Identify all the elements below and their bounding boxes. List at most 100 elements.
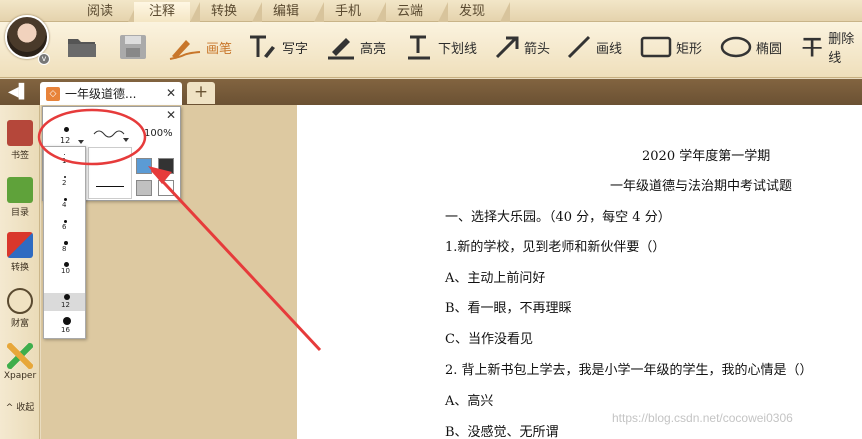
size-option-label: 10 [61,267,70,275]
size-dot-icon [64,294,70,300]
sidebar-item-convert[interactable]: 转换 [0,232,40,273]
tool-brush-label: 画笔 [206,41,233,57]
chevron-down-icon [78,140,84,144]
tab-edit[interactable]: 编辑 [258,2,324,22]
sidebar-item-xpaper[interactable]: Xpaper [0,343,40,381]
new-tab-button[interactable]: + [187,82,215,104]
tool-write[interactable]: 写字 [248,34,308,60]
chevron-down-icon [123,138,129,142]
tool-rectangle[interactable]: 矩形 [640,34,702,60]
tool-brush[interactable]: 画笔 [168,34,232,60]
doc-line: C、当作没看见 [445,332,533,347]
save-icon [120,35,146,59]
tool-highlight-label: 高亮 [360,41,387,57]
tab-read[interactable]: 阅读 [72,2,138,22]
coins-icon [7,288,33,314]
tab-cloud[interactable]: 云端 [382,2,448,22]
size-option-label: 4 [62,201,67,209]
tool-underline-label: 下划线 [438,41,478,57]
tool-strikethrough[interactable]: 删除线 [800,32,862,66]
document-page [297,105,862,439]
size-option-6[interactable]: 6 [44,217,85,235]
size-option-label: 16 [61,326,70,334]
tab-discover[interactable]: 发现 [444,2,510,22]
doc-line: 一年级道德与法治期中考试试题 [610,179,793,194]
tool-ellipse-label: 椭圆 [756,41,783,57]
sidebar-item-label: Xpaper [3,371,37,381]
document-tab-strip: ◀▌ ◇ 一年级道德... ✕ + [0,79,862,105]
size-option-label: 6 [62,223,67,231]
wave-line-icon [93,130,125,138]
color-swatch-black[interactable] [158,158,174,174]
sidebar-item-label: 书签 [10,151,29,161]
doc-line: B、没感觉、无所谓 [445,425,559,439]
open-button[interactable] [66,34,98,60]
avatar-dropdown-icon[interactable]: v [38,53,50,65]
opacity-value[interactable]: 100% [144,128,173,139]
size-option-12[interactable]: 12 [44,293,85,311]
ribbon-tab-bar: 阅读 注释 转换 编辑 手机 云端 发现 [0,0,862,22]
size-option-label: 2 [62,179,67,187]
bookmark-icon [7,120,33,146]
tool-underline[interactable]: 下划线 [404,34,477,60]
doc-line: A、主动上前问好 [445,271,546,286]
pen-size-dropdown[interactable]: 12 [56,126,86,148]
close-icon[interactable]: ✕ [166,108,176,122]
sidebar-item-label: 财富 [10,319,29,329]
pen-line-style-dropdown[interactable] [93,124,133,146]
back-icon[interactable]: ◀▌ [8,84,30,100]
tool-rectangle-label: 矩形 [676,41,703,57]
size-option-label: 12 [61,301,70,309]
size-dot-icon [64,127,69,132]
sidebar-collapse[interactable]: ^ 收起 [0,400,40,413]
strikethrough-icon [802,37,822,57]
pen-size-list: 1 2 4 6 8 10 12 16 [43,146,86,339]
color-swatch-gray[interactable] [136,180,152,196]
pen-size-value: 12 [60,136,71,145]
size-option-8[interactable]: 8 [44,239,85,257]
size-dot-icon [64,154,65,155]
tool-line[interactable]: 画线 [566,34,622,60]
tool-ellipse[interactable]: 椭圆 [720,34,782,60]
text-pen-icon [250,35,275,58]
tool-strikethrough-label: 删除线 [828,32,855,66]
size-dot-icon [63,317,71,325]
sidebar-item-label: 目录 [10,208,29,218]
size-dot-icon [64,176,66,178]
tool-write-label: 写字 [282,41,309,57]
document-tab[interactable]: ◇ 一年级道德... ✕ [40,82,182,105]
solid-line-option[interactable] [96,186,124,187]
close-tab-icon[interactable]: ✕ [166,86,176,100]
save-button[interactable] [118,34,148,60]
sidebar-item-toc[interactable]: 目录 [0,177,40,218]
highlight-icon [328,38,354,60]
color-swatch-blue[interactable] [136,158,152,174]
convert-icon [7,232,33,258]
ellipse-icon [720,36,752,58]
tool-line-label: 画线 [596,41,623,57]
tool-arrow[interactable]: 箭头 [494,34,550,60]
rectangle-icon [640,36,672,58]
line-icon [567,35,591,59]
tool-highlight[interactable]: 高亮 [326,34,386,60]
tab-annotate[interactable]: 注释 [134,2,200,22]
size-option-10[interactable]: 10 [44,261,85,279]
left-sidebar: 书签 目录 转换 财富 Xpaper ^ 收起 [0,105,40,439]
doc-line: A、高兴 [445,394,494,409]
sidebar-item-bookmark[interactable]: 书签 [0,120,40,161]
size-option-4[interactable]: 4 [44,195,85,213]
sidebar-item-wealth[interactable]: 财富 [0,288,40,329]
document-tab-title: 一年级道德... [65,87,137,101]
tab-convert[interactable]: 转换 [196,2,262,22]
tab-mobile[interactable]: 手机 [320,2,386,22]
doc-line: B、看一眼，不再理睬 [445,301,572,316]
doc-line: 1.新的学校，见到老师和新伙伴要（） [445,240,666,255]
arrow-icon [495,36,519,59]
line-style-options [88,147,132,199]
size-option-1[interactable]: 1 [44,151,85,169]
size-option-label: 8 [62,245,67,253]
size-option-2[interactable]: 2 [44,173,85,191]
size-option-16[interactable]: 16 [44,317,85,335]
color-swatch-white[interactable] [158,180,174,196]
open-folder-icon [68,39,96,57]
